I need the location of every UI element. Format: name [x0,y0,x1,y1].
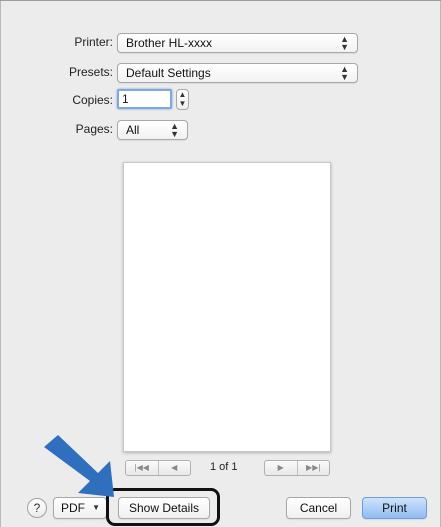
first-page-icon[interactable]: |◀◀ [126,461,158,475]
copies-field[interactable]: 1 [117,89,172,109]
presets-value: Default Settings [126,66,211,80]
pdf-label: PDF [61,501,85,515]
pdf-menu-button[interactable]: PDF ▼ [53,497,107,519]
previous-page-icon[interactable]: ◀ [157,461,191,475]
pages-label: Pages: [75,122,113,136]
annotation-arrow-icon [44,435,114,497]
page-indicator: 1 of 1 [210,461,238,473]
print-dialog: Printer: Brother HL-xxxx ▲ ▼ Presets: Def… [0,0,441,527]
printer-label: Printer: [74,35,113,49]
stepper-down-icon[interactable]: ▼ [177,99,188,108]
next-page-icon[interactable]: ▶ [265,461,297,475]
presets-label: Presets: [68,65,113,79]
last-page-icon[interactable]: ▶▶| [296,461,330,475]
print-button[interactable]: Print [362,497,427,519]
highlight-ring [106,488,220,526]
help-button[interactable]: ? [27,498,47,518]
printer-value: Brother HL-xxxx [126,36,213,50]
chevron-down-icon: ▼ [92,503,100,512]
nav-back-group: |◀◀ ◀ [125,460,191,476]
pages-value: All [126,123,140,137]
popup-updown-icon: ▲ ▼ [340,34,349,52]
dialog-border-left [0,1,1,527]
pages-popup[interactable]: All ▲ ▼ [117,120,188,140]
popup-updown-icon: ▲ ▼ [340,64,349,82]
popup-updown-icon: ▲ ▼ [170,121,179,139]
cancel-button[interactable]: Cancel [286,497,351,519]
nav-forward-group: ▶ ▶▶| [264,460,330,476]
copies-stepper[interactable]: ▲ ▼ [176,89,189,110]
page-preview [123,162,331,452]
copies-label: Copies: [72,93,113,107]
presets-popup[interactable]: Default Settings ▲ ▼ [117,63,358,83]
stepper-up-icon[interactable]: ▲ [177,90,188,99]
printer-popup[interactable]: Brother HL-xxxx ▲ ▼ [117,33,358,53]
